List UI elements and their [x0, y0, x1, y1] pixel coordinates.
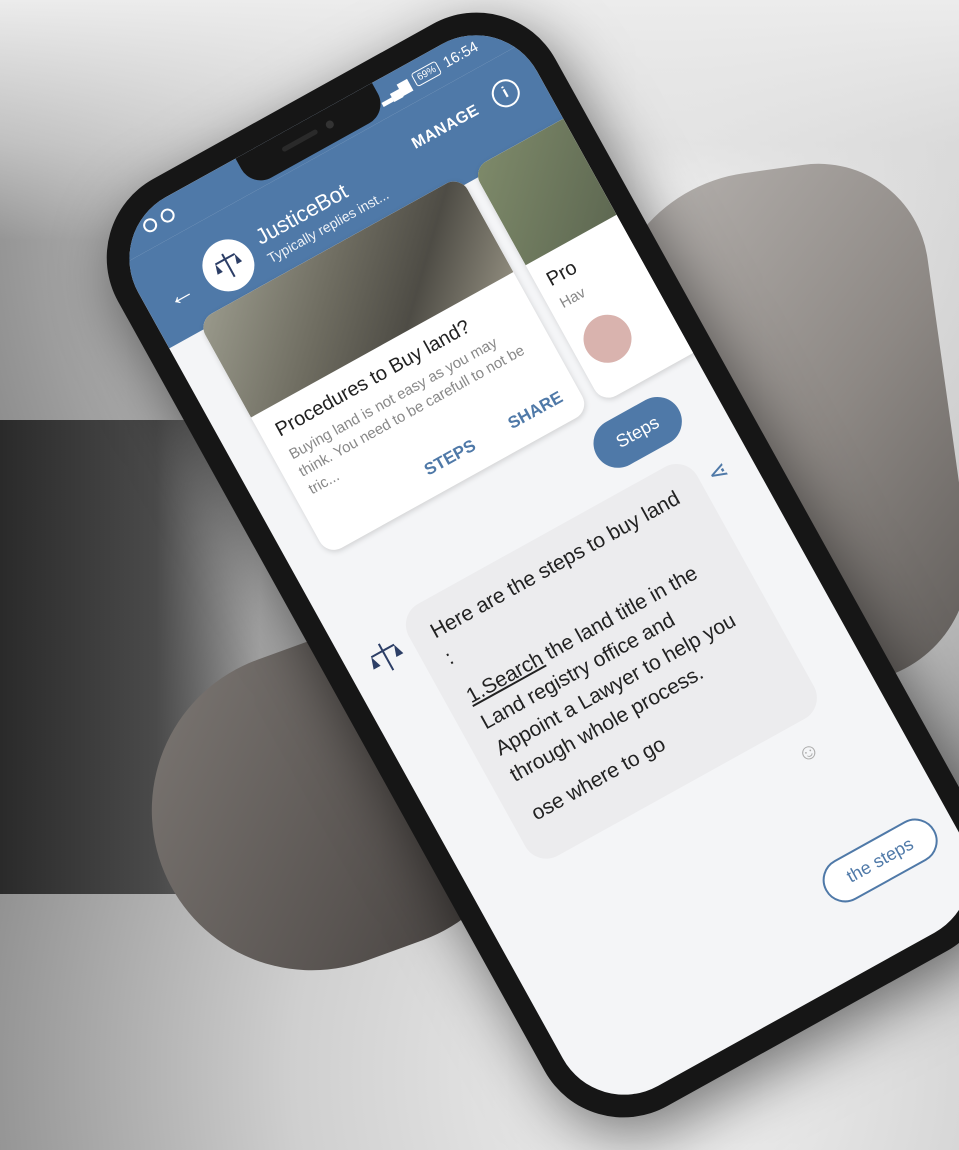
chat-area[interactable]: Procedures to Buy land? Buying land is n…	[169, 110, 959, 1119]
signal-icon: ▂▄▆	[375, 75, 414, 108]
camera	[324, 119, 336, 130]
scales-icon	[214, 253, 243, 278]
steps-button[interactable]: STEPS	[421, 436, 479, 481]
phone-screen: ▭ ◎ ⏰ ▂▄▆ 69% 16:54 ←	[104, 10, 959, 1120]
share-icon[interactable]: ⋖	[702, 455, 734, 490]
status-left-icons	[140, 206, 178, 235]
bot-scales-icon	[370, 643, 404, 671]
phone-wrapper: ▭ ◎ ⏰ ▂▄▆ 69% 16:54 ←	[0, 0, 959, 1150]
manage-button[interactable]: MANAGE	[409, 102, 483, 154]
info-icon[interactable]: i	[486, 74, 525, 113]
emoji-icon[interactable]: ☺	[792, 735, 824, 769]
wifi-calling-icon	[158, 206, 178, 226]
status-time: 16:54	[439, 37, 481, 71]
bot-message: Here are the steps to buy land : 1.Searc…	[397, 455, 826, 868]
battery-icon: 69%	[410, 59, 443, 87]
speaker	[281, 128, 319, 153]
card-thumbnail	[574, 306, 641, 372]
share-button[interactable]: SHARE	[505, 387, 567, 433]
quick-reply-chip[interactable]: the steps	[814, 810, 946, 911]
phone: ▭ ◎ ⏰ ▂▄▆ 69% 16:54 ←	[74, 0, 959, 1150]
arrow-left-icon[interactable]: ←	[160, 273, 200, 314]
notification-icon	[140, 215, 160, 235]
